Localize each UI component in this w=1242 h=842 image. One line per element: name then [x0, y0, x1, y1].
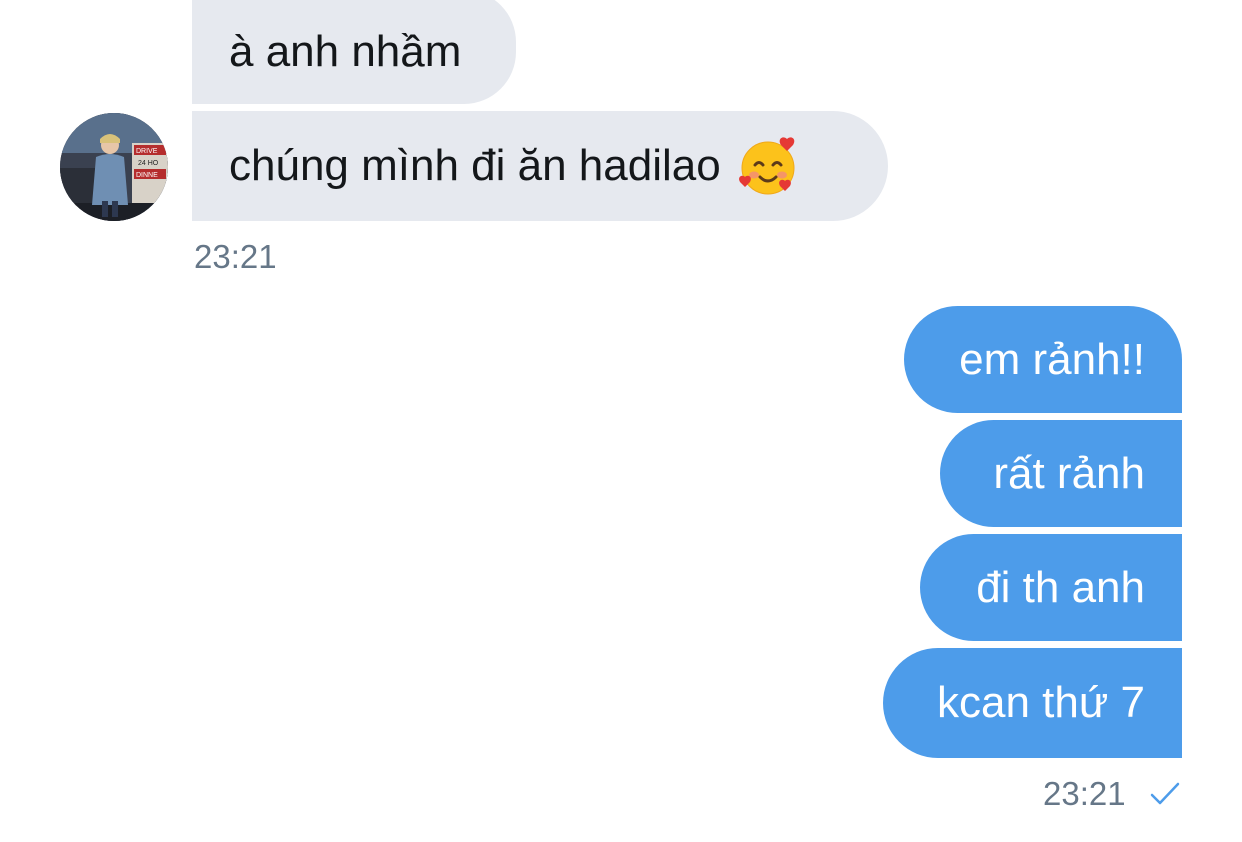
- message-text: chúng mình đi ăn hadilao: [229, 141, 721, 190]
- svg-text:DRIVE: DRIVE: [136, 148, 158, 155]
- outgoing-message-bubble[interactable]: em rảnh!!: [904, 306, 1182, 413]
- message-text: à anh nhầm: [229, 27, 462, 76]
- checkmark-icon: [1150, 782, 1180, 805]
- svg-text:DINNE: DINNE: [136, 172, 158, 179]
- svg-text:24 HO: 24 HO: [138, 160, 159, 167]
- incoming-message-bubble[interactable]: à anh nhầm: [192, 0, 516, 104]
- outgoing-message-bubble[interactable]: rất rảnh: [940, 420, 1182, 527]
- message-timestamp: 23:21: [194, 238, 277, 275]
- avatar[interactable]: DRIVE 24 HO DINNE: [60, 113, 168, 221]
- message-text: kcan thứ 7: [936, 678, 1145, 727]
- avatar-photo: DRIVE 24 HO DINNE: [60, 113, 168, 221]
- message-text: em rảnh!!: [959, 334, 1145, 384]
- message-timestamp: 23:21: [1043, 775, 1126, 812]
- incoming-message-bubble[interactable]: chúng mình đi ăn hadilao: [192, 111, 888, 221]
- smiling-face-with-hearts-icon: [737, 135, 799, 197]
- message-text: rất rảnh: [993, 448, 1145, 498]
- outgoing-message-bubble[interactable]: kcan thứ 7: [883, 648, 1182, 758]
- message-text: đi th anh: [976, 562, 1145, 612]
- outgoing-message-bubble[interactable]: đi th anh: [920, 534, 1182, 641]
